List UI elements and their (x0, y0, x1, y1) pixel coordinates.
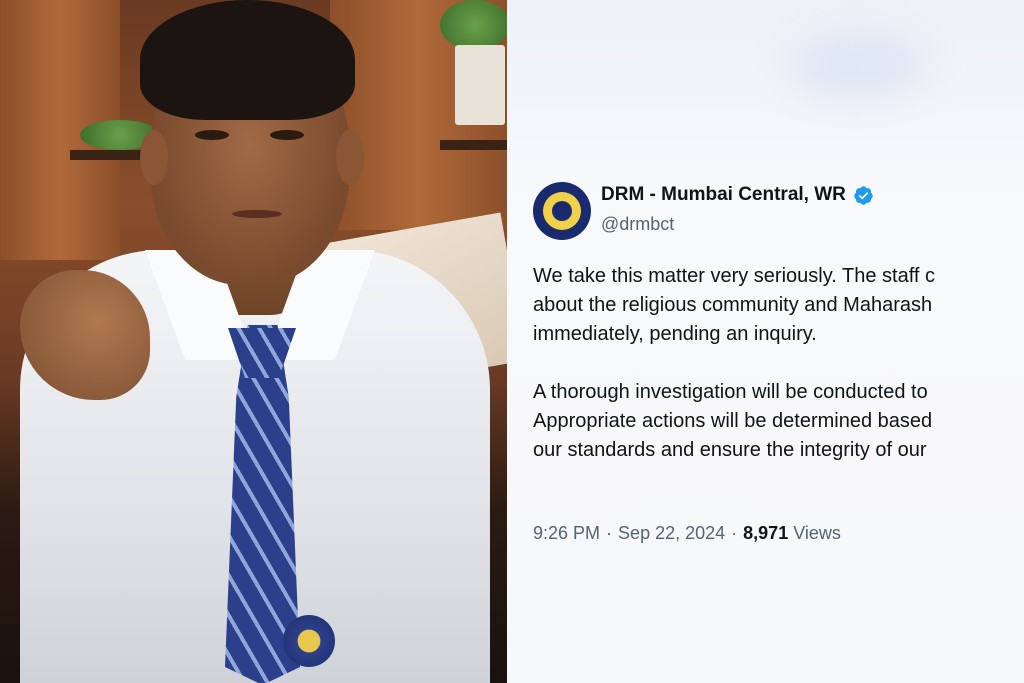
railway-logo-icon (543, 192, 581, 230)
blurred-background (787, 30, 927, 100)
tweet-line: our standards and ensure the integrity o… (533, 439, 927, 461)
person-photo (0, 0, 507, 683)
hair (140, 0, 355, 120)
tie-badge-icon (283, 615, 335, 667)
tweet-line: immediately, pending an inquiry. (533, 323, 817, 345)
tweet-time[interactable]: 9:26 PM (533, 523, 600, 544)
account-avatar[interactable] (533, 182, 591, 240)
plant-pot (455, 45, 505, 125)
tweet-card: DRM - Mumbai Central, WR @drmbct We take… (507, 0, 1024, 683)
views-count-group[interactable]: 8,971 Views (743, 523, 841, 544)
shelf (440, 140, 507, 150)
display-name[interactable]: DRM - Mumbai Central, WR (601, 184, 846, 206)
ear (336, 130, 364, 185)
author-name-row: DRM - Mumbai Central, WR (601, 184, 874, 206)
eye (195, 130, 229, 140)
tweet-line: Appropriate actions will be determined b… (533, 410, 933, 432)
plant (440, 0, 507, 50)
tweet-text: We take this matter very seriously. The … (533, 262, 1024, 465)
meta-separator: · (606, 523, 613, 543)
tweet-metadata: 9:26 PM · Sep 22, 2024 · 8,971 Views (533, 523, 841, 544)
tweet-line: A thorough investigation will be conduct… (533, 381, 928, 403)
views-count: 8,971 (743, 523, 789, 543)
account-handle[interactable]: @drmbct (601, 214, 674, 235)
eye (270, 130, 304, 140)
tweet-date[interactable]: Sep 22, 2024 (618, 523, 725, 544)
mouth (232, 210, 282, 218)
meta-separator: · (731, 523, 738, 543)
views-label: Views (793, 523, 841, 543)
tweet-line: We take this matter very seriously. The … (533, 265, 936, 287)
verified-badge-icon (854, 185, 873, 205)
ear (140, 130, 168, 185)
tweet-line: about the religious community and Mahara… (533, 294, 933, 316)
